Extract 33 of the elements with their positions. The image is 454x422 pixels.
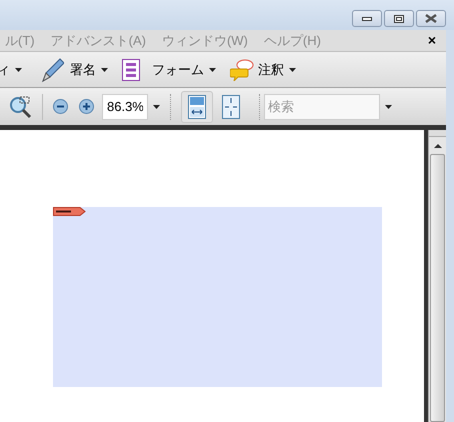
maximize-button[interactable] bbox=[384, 10, 414, 27]
caret-icon[interactable] bbox=[209, 68, 216, 72]
minimize-icon bbox=[362, 16, 372, 20]
search-field[interactable]: 検索 bbox=[264, 94, 380, 120]
zoom-field[interactable]: 86.3% bbox=[102, 94, 148, 120]
fit-page-icon bbox=[222, 94, 240, 118]
scroll-thumb[interactable] bbox=[430, 154, 445, 422]
form-icon bbox=[122, 58, 140, 80]
tag-icon bbox=[53, 207, 86, 216]
magnifier-icon[interactable] bbox=[8, 94, 32, 118]
close-button[interactable] bbox=[416, 10, 446, 27]
scrollbar-cap bbox=[429, 130, 446, 137]
up-arrow-icon bbox=[434, 143, 442, 148]
fit-width-icon bbox=[188, 94, 206, 118]
speech-bubbles-icon bbox=[230, 58, 254, 80]
close-document-button[interactable]: × bbox=[428, 30, 436, 51]
caret-icon[interactable] bbox=[101, 68, 108, 72]
zoom-in-icon[interactable] bbox=[79, 99, 94, 114]
fit-width-button[interactable] bbox=[181, 90, 213, 122]
caret-icon[interactable] bbox=[15, 68, 22, 72]
pen-icon bbox=[40, 56, 64, 82]
toolbar-label[interactable]: フォーム bbox=[152, 60, 204, 80]
zoom-out-icon[interactable] bbox=[53, 99, 68, 114]
toolbar-label[interactable]: ィ bbox=[0, 60, 10, 80]
toolbar-label[interactable]: 署名 bbox=[70, 60, 96, 80]
caret-icon[interactable] bbox=[289, 68, 296, 72]
toolbar-label[interactable]: 注釈 bbox=[258, 60, 284, 80]
minimize-button[interactable] bbox=[352, 10, 382, 27]
caret-icon[interactable] bbox=[385, 104, 392, 108]
maximize-icon bbox=[394, 14, 404, 22]
close-icon bbox=[425, 14, 437, 23]
vertical-scrollbar[interactable] bbox=[428, 130, 446, 422]
caret-icon[interactable] bbox=[153, 104, 160, 108]
